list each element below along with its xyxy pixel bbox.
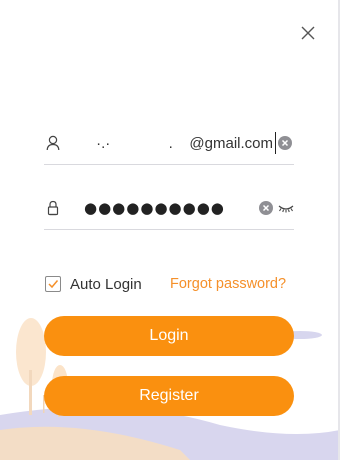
password-clear-button[interactable] <box>259 201 273 215</box>
lock-icon <box>46 200 60 216</box>
auto-login-option[interactable]: Auto Login <box>45 275 142 293</box>
password-input[interactable]: ●●●●●●●●●● <box>84 198 225 218</box>
login-window: ●●●●●●●●●● Auto Login Forgot password? L… <box>0 0 340 460</box>
forgot-password-link[interactable]: Forgot password? <box>170 276 286 292</box>
username-input[interactable] <box>80 132 276 154</box>
register-button[interactable]: Register <box>44 376 294 416</box>
toggle-password-visibility-button[interactable] <box>278 202 294 214</box>
checkmark-icon <box>48 280 59 289</box>
username-clear-button[interactable] <box>278 136 292 150</box>
clear-icon <box>262 204 270 212</box>
close-button[interactable] <box>297 22 319 44</box>
tree-large-trunk <box>29 370 32 415</box>
login-button[interactable]: Login <box>44 316 294 356</box>
auto-login-checkbox[interactable] <box>45 276 61 292</box>
eye-closed-icon <box>278 205 294 213</box>
username-field <box>44 121 294 165</box>
tree-large <box>16 318 46 386</box>
password-field: ●●●●●●●●●● <box>44 186 294 230</box>
hill-peach <box>0 426 190 460</box>
auto-login-label: Auto Login <box>70 275 142 293</box>
user-icon <box>46 135 60 151</box>
close-icon <box>301 26 315 40</box>
clear-icon <box>281 139 289 147</box>
